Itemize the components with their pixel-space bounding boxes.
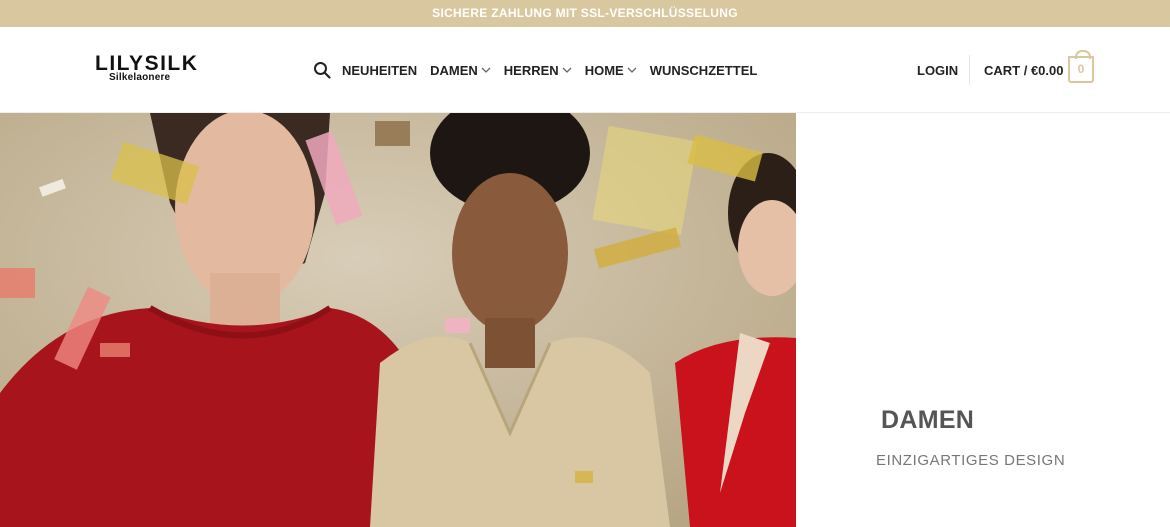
nav-item-damen[interactable]: DAMEN: [430, 63, 491, 78]
login-link[interactable]: LOGIN: [917, 63, 958, 78]
cart-bag-icon[interactable]: 0: [1068, 50, 1094, 83]
hero-image[interactable]: [0, 113, 796, 527]
category-title: DAMEN: [881, 406, 975, 434]
nav-item-label: HOME: [584, 62, 624, 78]
nav-item-wunschzettel[interactable]: WUNSCHZETTEL: [650, 63, 758, 78]
nav-item-label: WUNSCHZETTEL: [649, 62, 758, 78]
nav-item-herren[interactable]: HERREN: [504, 63, 572, 78]
nav-item-label: HERREN: [503, 62, 559, 78]
chevron-down-icon: [627, 67, 637, 73]
search-icon[interactable]: [313, 61, 331, 79]
logo-tagline: Silkelaonere: [109, 72, 171, 83]
nav-item-label: DAMEN: [430, 62, 478, 78]
top-banner-text: SICHERE ZAHLUNG MIT SSL-VERSCHLÜSSELUNG: [432, 6, 738, 20]
cart-count: 0: [1077, 62, 1085, 76]
cart-link[interactable]: CART / €0.00: [984, 63, 1063, 78]
site-header: LILYSILK Silkelaonere NEUHEITEN DAMEN HE…: [0, 27, 1170, 113]
nav-item-label: NEUHEITEN: [342, 62, 418, 78]
hero-photo-illustration: [0, 113, 796, 527]
nav-item-neuheiten[interactable]: NEUHEITEN: [342, 63, 417, 78]
nav-item-home[interactable]: HOME: [585, 63, 637, 78]
chevron-down-icon: [562, 67, 572, 73]
category-panel[interactable]: DAMEN EINZIGARTIGES DESIGN: [796, 113, 1170, 527]
header-divider: [969, 55, 970, 85]
main-nav: NEUHEITEN DAMEN HERREN HOME WUNSCHZETTEL: [342, 61, 770, 79]
category-subtitle: EINZIGARTIGES DESIGN: [876, 452, 1066, 469]
chevron-down-icon: [481, 67, 491, 73]
top-banner: SICHERE ZAHLUNG MIT SSL-VERSCHLÜSSELUNG: [0, 0, 1170, 27]
logo[interactable]: LILYSILK Silkelaonere: [95, 53, 215, 89]
